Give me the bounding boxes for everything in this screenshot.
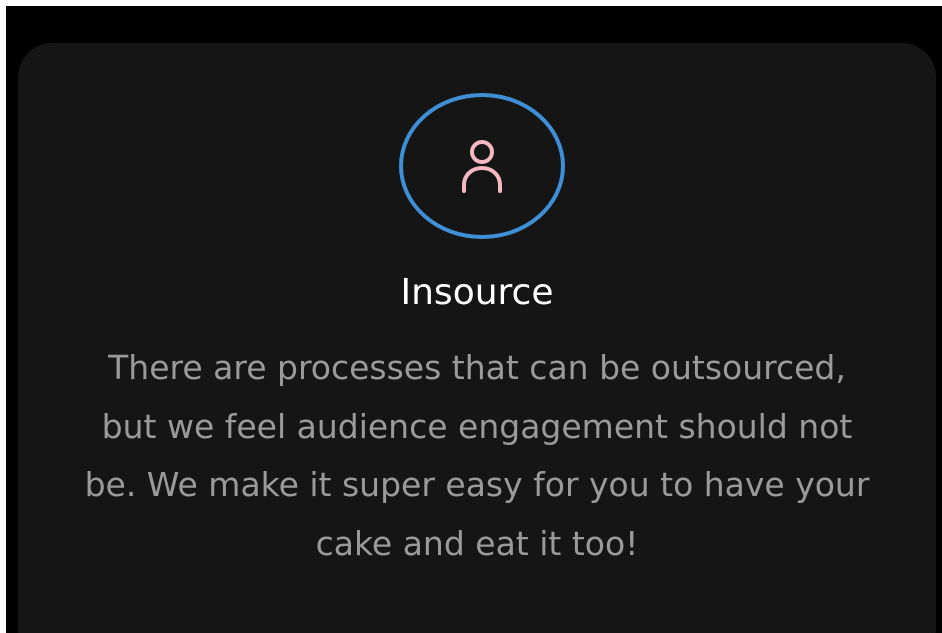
card-title: Insource bbox=[400, 272, 554, 313]
card-description: There are processes that can be outsourc… bbox=[84, 348, 870, 563]
user-icon bbox=[462, 140, 502, 193]
feature-card: Insource There are processes that can be… bbox=[18, 43, 936, 633]
icon-circle bbox=[399, 93, 565, 239]
page-background: Insource There are processes that can be… bbox=[6, 6, 942, 633]
